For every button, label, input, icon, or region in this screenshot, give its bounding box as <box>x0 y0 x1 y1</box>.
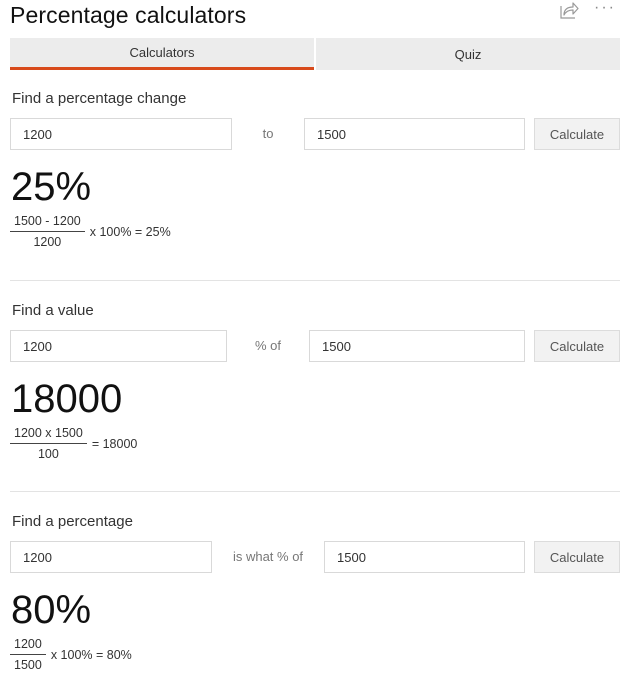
input-row: to Calculate <box>10 118 620 150</box>
fraction: 1200 1500 <box>10 637 46 672</box>
formula: 1200 x 1500 100 = 18000 <box>10 426 620 461</box>
percentage-change-section: Find a percentage change to Calculate 25… <box>10 90 620 249</box>
fraction: 1200 x 1500 100 <box>10 426 87 461</box>
section-label: Find a percentage <box>12 513 133 530</box>
denominator: 100 <box>37 447 59 461</box>
connector-label: % of <box>254 338 281 353</box>
connector-label: is what % of <box>232 549 304 564</box>
denominator: 1200 <box>33 235 62 249</box>
formula-result: x 100% = 25% <box>89 224 171 239</box>
input-row: is what % of Calculate <box>10 541 620 573</box>
input-row: % of Calculate <box>10 330 620 362</box>
percent-input[interactable] <box>10 330 227 362</box>
formula-result: = 18000 <box>91 436 138 451</box>
tab-bar: Calculators Quiz <box>10 38 620 70</box>
section-divider <box>10 280 620 281</box>
calculate-button[interactable]: Calculate <box>534 541 620 573</box>
whole-value-input[interactable] <box>324 541 525 573</box>
result-value: 25% <box>11 165 92 209</box>
more-options-icon[interactable]: ··· <box>594 0 616 19</box>
tab-quiz[interactable]: Quiz <box>316 38 620 70</box>
end-value-input[interactable] <box>304 118 525 150</box>
numerator: 1500 - 1200 <box>10 214 85 232</box>
part-value-input[interactable] <box>10 541 212 573</box>
share-icon[interactable] <box>558 0 580 20</box>
tab-calculators[interactable]: Calculators <box>10 38 314 70</box>
calculate-button[interactable]: Calculate <box>534 118 620 150</box>
formula: 1500 - 1200 1200 x 100% = 25% <box>10 214 620 249</box>
numerator: 1200 x 1500 <box>10 426 87 444</box>
fraction: 1500 - 1200 1200 <box>10 214 85 249</box>
percentage-calculators-card: Percentage calculators ··· Calculators Q… <box>0 0 628 686</box>
section-divider <box>10 491 620 492</box>
base-value-input[interactable] <box>309 330 525 362</box>
find-value-section: Find a value % of Calculate 18000 1200 x… <box>10 302 620 461</box>
formula: 1200 1500 x 100% = 80% <box>10 637 620 672</box>
result-value: 18000 <box>11 377 123 421</box>
section-label: Find a value <box>12 302 94 319</box>
calculate-button[interactable]: Calculate <box>534 330 620 362</box>
page-title: Percentage calculators <box>10 2 247 28</box>
find-percentage-section: Find a percentage is what % of Calculate… <box>10 513 620 672</box>
result-value: 80% <box>11 588 92 632</box>
section-label: Find a percentage change <box>12 90 187 107</box>
header-actions: ··· <box>558 0 616 20</box>
denominator: 1500 <box>14 658 42 672</box>
numerator: 1200 <box>10 637 46 655</box>
connector-label: to <box>262 126 274 141</box>
start-value-input[interactable] <box>10 118 232 150</box>
formula-result: x 100% = 80% <box>50 647 132 662</box>
